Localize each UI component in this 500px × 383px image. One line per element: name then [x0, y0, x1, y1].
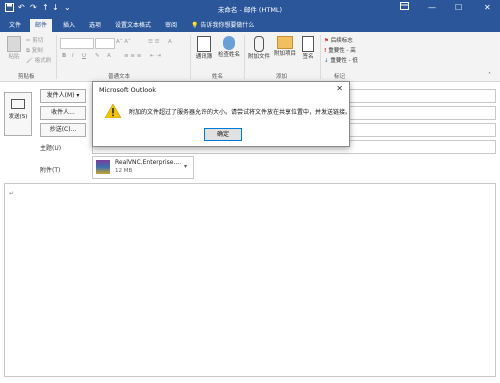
- dialog-title: Microsoft Outlook: [99, 86, 156, 94]
- tags-group-label: 标记: [334, 74, 346, 80]
- maximize-button[interactable]: ☐: [455, 2, 462, 14]
- font-name-box[interactable]: [60, 38, 94, 49]
- attachment-chip[interactable]: RealVNC.Enterprise.... 12 MB ▾: [92, 156, 194, 179]
- cut-button[interactable]: ✂ 剪切: [26, 37, 43, 46]
- attach-file-label: 附加文件: [247, 54, 270, 60]
- italic-button[interactable]: I: [72, 52, 74, 61]
- highlight-button[interactable]: ✎: [95, 52, 100, 61]
- low-importance-button[interactable]: ↓ 重要性 - 低: [324, 57, 358, 66]
- format-painter-label: 格式刷: [34, 58, 52, 64]
- collapse-ribbon-icon[interactable]: ˄: [488, 72, 491, 79]
- align-buttons[interactable]: ≡ ≡ ≡: [124, 52, 141, 61]
- attach-item-button[interactable]: 附加项目: [273, 36, 297, 57]
- attached-label: 附件(T): [40, 167, 61, 174]
- tab-message[interactable]: 邮件: [30, 19, 53, 32]
- clear-formatting-button[interactable]: A: [168, 38, 172, 47]
- outlook-alert-dialog: Microsoft Outlook ✕ 附加的文件超过了服务器允许的大小。请尝试…: [92, 81, 352, 147]
- bold-button[interactable]: B: [62, 52, 66, 61]
- send-label: 发送(S): [8, 114, 28, 120]
- ok-button[interactable]: 确定: [204, 128, 242, 141]
- check-names-button[interactable]: 检查姓名: [217, 36, 241, 58]
- send-button[interactable]: 发送(S): [4, 92, 32, 136]
- arrow-down-importance-icon: ↓: [324, 58, 329, 64]
- lightbulb-icon: 💡: [191, 22, 199, 29]
- title-bar: ↶ ↷ ↑ ↓ ⌄ 未命名 - 邮件 (HTML) — ☐ ✕: [0, 0, 500, 17]
- tell-me-text: 告诉我你想要做什么: [200, 22, 255, 29]
- to-button[interactable]: 收件人...: [40, 106, 86, 120]
- cut-label: 剪切: [32, 38, 44, 44]
- check-names-label: 检查姓名: [217, 52, 240, 58]
- follow-up-label: 后续标志: [330, 38, 353, 44]
- copy-button[interactable]: ⧉ 复制: [26, 47, 43, 56]
- group-divider: [190, 35, 191, 79]
- tab-format-text[interactable]: 设置文本格式: [110, 19, 156, 32]
- send-icon: [11, 99, 25, 109]
- paste-button[interactable]: 粘贴: [4, 36, 24, 60]
- close-button[interactable]: ✕: [484, 2, 491, 14]
- flag-icon: ⚑: [324, 38, 329, 44]
- include-group-label: 添加: [276, 74, 288, 80]
- group-divider: [244, 35, 245, 79]
- exclamation-icon: !: [324, 48, 327, 54]
- signature-icon: [302, 36, 314, 52]
- attach-item-label: 附加项目: [273, 51, 296, 57]
- names-group-label: 姓名: [212, 74, 224, 80]
- dialog-close-button[interactable]: ✕: [336, 84, 343, 93]
- address-book-label: 通讯簿: [195, 54, 213, 60]
- signature-label: 签名: [302, 54, 314, 60]
- grow-font-button[interactable]: A˄ A˅: [116, 38, 131, 47]
- message-body[interactable]: ↵: [4, 183, 496, 377]
- ribbon: 粘贴 ✂ 剪切 ⧉ 复制 🖌 格式刷 剪贴板 A˄ A˅ ☰ ☰ A B I U…: [0, 32, 500, 82]
- address-book-button[interactable]: 通讯簿: [194, 36, 214, 60]
- group-divider: [56, 35, 57, 79]
- minimize-button[interactable]: —: [428, 2, 436, 14]
- dialog-message: 附加的文件超过了服务器允许的大小。请尝试将文件放在共享位置中，并发送链接。: [129, 109, 352, 116]
- attachment-dropdown-icon[interactable]: ▾: [184, 163, 187, 170]
- tab-insert[interactable]: 插入: [58, 19, 80, 32]
- copy-label: 复制: [31, 48, 43, 54]
- attach-file-button[interactable]: 附加文件: [247, 36, 271, 60]
- archive-icon: [96, 160, 110, 174]
- cc-button[interactable]: 抄送(C)...: [40, 123, 86, 137]
- warning-icon: [105, 104, 121, 118]
- paste-label: 粘贴: [8, 54, 20, 60]
- subject-label: 主题(U): [40, 145, 62, 152]
- tab-file[interactable]: 文件: [4, 19, 26, 32]
- basic-text-group-label: 普通文本: [108, 74, 131, 80]
- font-size-box[interactable]: [95, 38, 115, 49]
- ribbon-display-options-icon[interactable]: [400, 2, 409, 14]
- high-importance-label: 重要性 - 高: [328, 48, 356, 54]
- envelope-icon: [277, 36, 293, 49]
- signature-button[interactable]: 签名: [300, 36, 316, 60]
- window-title: 未命名 - 邮件 (HTML): [217, 6, 283, 14]
- paragraph-mark: ↵: [9, 190, 15, 197]
- paperclip-icon: [254, 36, 264, 52]
- high-importance-button[interactable]: ! 重要性 - 高: [324, 47, 356, 56]
- format-painter-button[interactable]: 🖌 格式刷: [26, 57, 51, 66]
- tab-review[interactable]: 审阅: [160, 19, 182, 32]
- paste-icon: [7, 36, 21, 52]
- underline-button[interactable]: U: [82, 52, 86, 61]
- ribbon-tab-bar: 文件 邮件 插入 选项 设置文本格式 审阅 💡 告诉我你想要做什么: [0, 17, 500, 32]
- group-divider: [320, 35, 321, 79]
- check-names-icon: [223, 36, 235, 50]
- tab-options[interactable]: 选项: [84, 19, 106, 32]
- indent-buttons[interactable]: ⇤ ⇥: [150, 52, 161, 61]
- attachment-name: RealVNC.Enterprise....: [115, 159, 182, 166]
- from-button[interactable]: 发件人(M) ▾: [40, 89, 86, 103]
- attachment-size: 12 MB: [115, 168, 133, 174]
- address-book-icon: [197, 36, 211, 52]
- tell-me-box[interactable]: 💡 告诉我你想要做什么: [186, 19, 259, 32]
- low-importance-label: 重要性 - 低: [330, 58, 358, 64]
- follow-up-button[interactable]: ⚑ 后续标志: [324, 37, 353, 46]
- clipboard-group-label: 剪贴板: [18, 74, 35, 80]
- bullets-button[interactable]: ☰ ☰: [148, 38, 160, 47]
- font-color-button[interactable]: A: [107, 52, 111, 61]
